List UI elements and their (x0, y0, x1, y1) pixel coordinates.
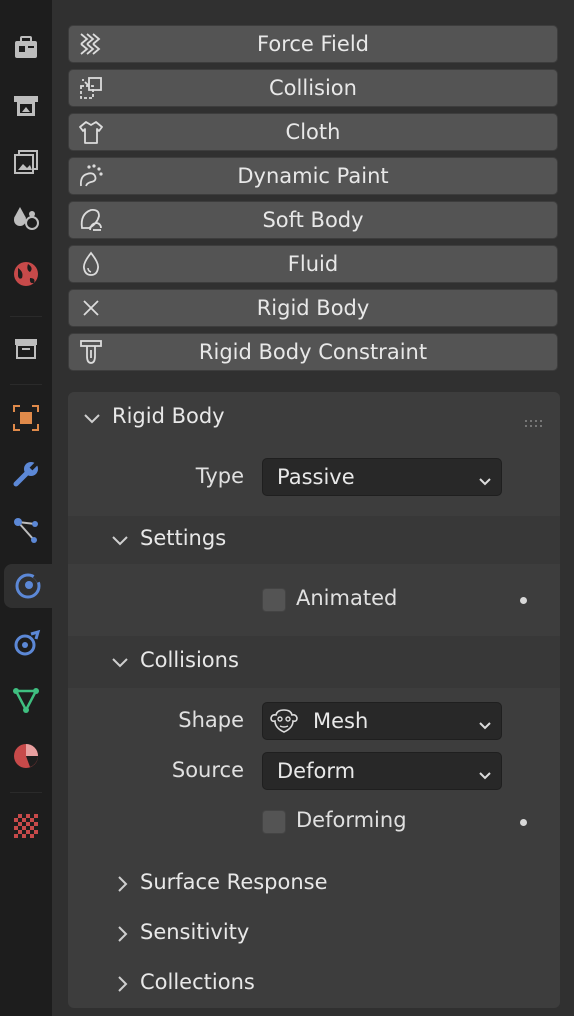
soft-body-button[interactable]: Soft Body (68, 201, 558, 239)
type-dropdown[interactable]: Passive (262, 458, 502, 496)
collections-header[interactable]: Collections (140, 970, 255, 994)
texture-icon[interactable] (0, 804, 52, 848)
chevron-down-icon[interactable] (82, 408, 102, 428)
modifier-wrench-icon[interactable] (0, 452, 52, 496)
properties-tab-bar (0, 0, 52, 1016)
collisions-header[interactable]: Collisions (140, 648, 239, 672)
rigid-body-button[interactable]: Rigid Body (68, 289, 558, 327)
type-value: Passive (277, 465, 355, 489)
particles-icon[interactable] (0, 508, 52, 552)
source-dropdown[interactable]: Deform (262, 752, 502, 790)
panel-title[interactable]: Rigid Body (112, 404, 225, 428)
cloth-icon (77, 118, 105, 146)
cloth-label: Cloth (285, 120, 341, 144)
deforming-checkbox[interactable] (262, 810, 286, 834)
sensitivity-header[interactable]: Sensitivity (140, 920, 249, 944)
rigid-body-panel: Rigid Body Type Passive Settings Animate… (68, 392, 560, 1008)
drag-grip-icon[interactable] (524, 414, 546, 427)
chevron-down-icon (477, 470, 493, 486)
object-icon[interactable] (0, 396, 52, 440)
fluid-label: Fluid (287, 252, 339, 276)
chevron-down-icon[interactable] (110, 652, 130, 672)
monkey-mesh-icon (269, 706, 299, 736)
collision-icon (77, 74, 105, 102)
rigid-body-label: Rigid Body (256, 296, 370, 320)
fluid-icon (77, 250, 105, 278)
collection-icon[interactable] (0, 326, 52, 370)
rigid-body-constraint-icon (77, 338, 105, 366)
world-icon[interactable] (0, 252, 52, 296)
surface-response-header[interactable]: Surface Response (140, 870, 328, 894)
keyframe-dot-icon[interactable] (520, 819, 527, 826)
output-icon[interactable] (0, 140, 52, 184)
chevron-right-icon[interactable] (112, 924, 132, 944)
chevron-down-icon (477, 764, 493, 780)
soft-body-icon (77, 206, 105, 234)
cloth-button[interactable]: Cloth (68, 113, 558, 151)
view-layer-icon[interactable] (0, 196, 52, 240)
source-label: Source (171, 758, 244, 782)
shape-label: Shape (178, 708, 244, 732)
physics-properties-panel: Force Field Collision Cloth Dynamic Pain… (52, 0, 574, 1016)
force-field-icon (77, 30, 105, 58)
dynamic-paint-label: Dynamic Paint (237, 164, 389, 188)
material-icon[interactable] (0, 734, 52, 778)
chevron-down-icon[interactable] (110, 530, 130, 550)
chevron-right-icon[interactable] (112, 974, 132, 994)
shape-dropdown[interactable]: Mesh (262, 702, 502, 740)
tool-icon[interactable] (0, 26, 52, 70)
shape-value: Mesh (313, 709, 369, 733)
animated-label: Animated (296, 586, 398, 610)
type-label: Type (195, 464, 244, 488)
source-value: Deform (277, 759, 356, 783)
soft-body-label: Soft Body (262, 208, 364, 232)
keyframe-dot-icon[interactable] (520, 597, 527, 604)
collision-label: Collision (269, 76, 357, 100)
settings-header[interactable]: Settings (140, 526, 226, 550)
collision-button[interactable]: Collision (68, 69, 558, 107)
dynamic-paint-button[interactable]: Dynamic Paint (68, 157, 558, 195)
force-field-button[interactable]: Force Field (68, 25, 558, 63)
remove-x-icon (77, 294, 105, 322)
physics-icon[interactable] (4, 564, 52, 608)
render-icon[interactable] (0, 84, 52, 128)
animated-checkbox[interactable] (262, 588, 286, 612)
force-field-label: Force Field (257, 32, 369, 56)
object-constraint-icon[interactable] (0, 622, 52, 666)
chevron-right-icon[interactable] (112, 874, 132, 894)
object-data-icon[interactable] (0, 678, 52, 722)
fluid-button[interactable]: Fluid (68, 245, 558, 283)
rigid-body-constraint-button[interactable]: Rigid Body Constraint (68, 333, 558, 371)
dynamic-paint-icon (77, 162, 105, 190)
chevron-down-icon (477, 714, 493, 730)
deforming-label: Deforming (296, 808, 407, 832)
rigid-body-constraint-label: Rigid Body Constraint (198, 340, 428, 364)
